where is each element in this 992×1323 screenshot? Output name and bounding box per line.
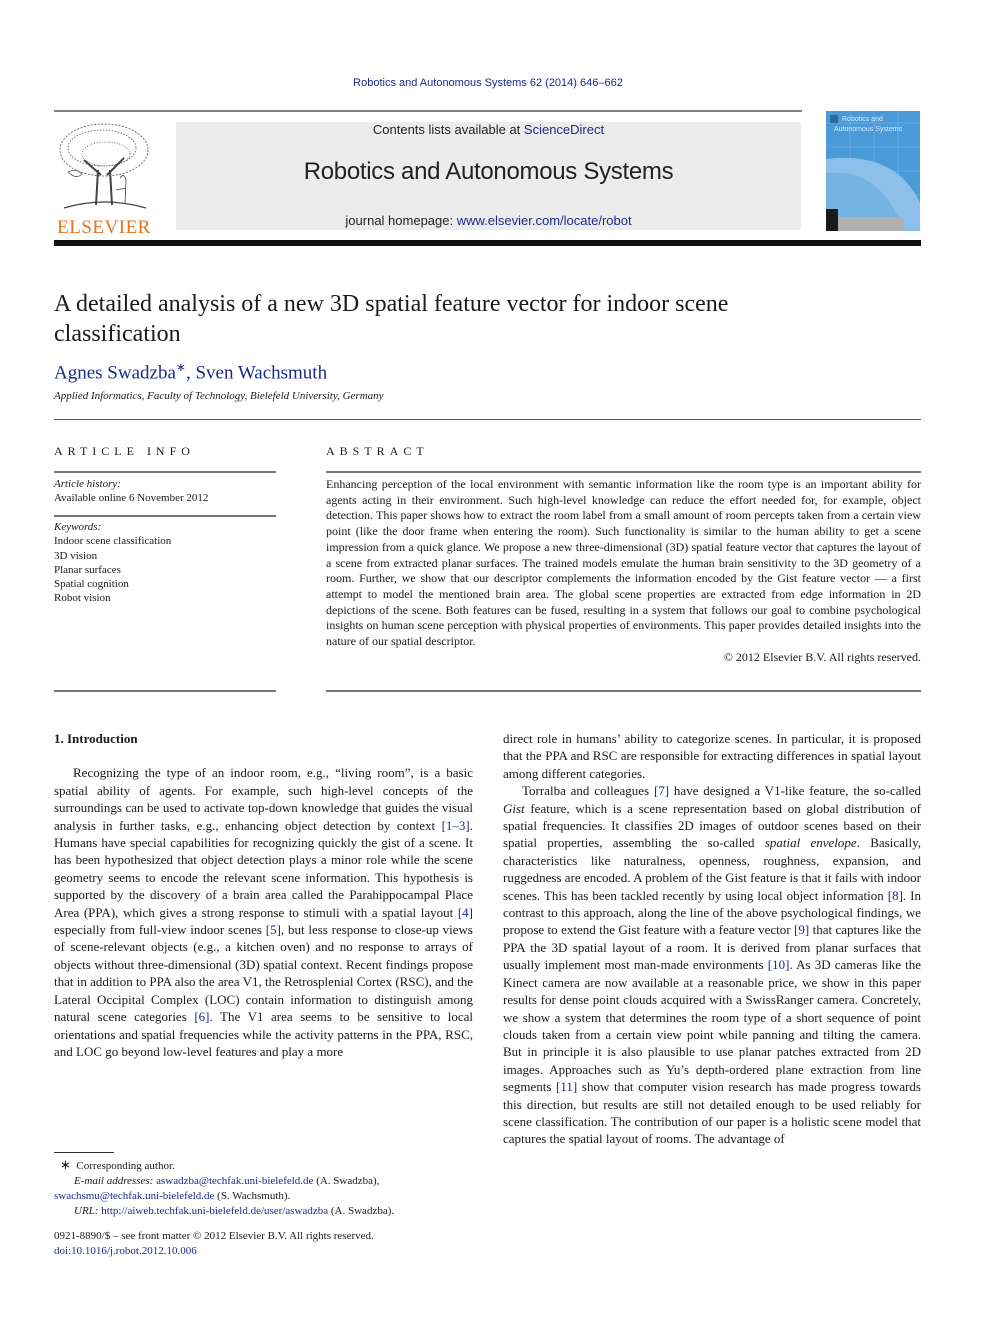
front-matter-text: 0921-8890/$ – see front matter © 2012 El… (54, 1230, 374, 1242)
abstract-divider (326, 471, 921, 473)
citation-link[interactable]: [4] (458, 905, 473, 920)
cover-title-line2: Autonomous Systems (834, 126, 903, 133)
abstract-body: Enhancing perception of the local enviro… (326, 477, 921, 665)
header-thick-rule (54, 240, 921, 246)
info-divider (54, 515, 276, 517)
keyword: 3D vision (54, 549, 98, 562)
sciencedirect-link[interactable]: ScienceDirect (524, 122, 604, 137)
info-divider (54, 471, 276, 473)
abstract-copyright: © 2012 Elsevier B.V. All rights reserved… (723, 649, 921, 664)
email-footnote-cont: swachsmu@techfak.uni-bielefeld.de (S. Wa… (54, 1190, 291, 1202)
author-name[interactable]: Sven Wachsmuth (195, 362, 327, 383)
front-matter: 0921-8890/$ – see front matter © 2012 El… (54, 1229, 484, 1259)
header-rule (54, 110, 802, 112)
citation-link[interactable]: [5] (266, 922, 281, 937)
citation-link[interactable]: [8] (888, 888, 903, 903)
emphasized-term: spatial envelope (764, 835, 857, 851)
abstract-divider (326, 690, 921, 692)
elsevier-logo[interactable]: ELSEVIER (54, 120, 154, 238)
emphasized-term: Gist (503, 800, 525, 816)
keywords-block: Keywords: Indoor scene classification 3D… (54, 520, 276, 606)
keywords-label: Keywords: (54, 521, 102, 533)
article-info-heading: ARTICLE INFO (54, 444, 195, 458)
history-value: Available online 6 November 2012 (54, 492, 209, 505)
abstract-text: Enhancing perception of the local enviro… (326, 477, 921, 649)
homepage-link[interactable]: www.elsevier.com/locate/robot (457, 213, 632, 228)
article-history: Article history: Available online 6 Nove… (54, 477, 276, 506)
citation-link[interactable]: [1–3] (442, 818, 470, 833)
email-link[interactable]: swachsmu@techfak.uni-bielefeld.de (54, 1190, 214, 1202)
tree-icon (59, 123, 149, 209)
author-name[interactable]: Agnes Swadzba (54, 362, 176, 383)
journal-banner: Contents lists available at ScienceDirec… (176, 122, 801, 230)
history-label: Article history: (54, 478, 121, 490)
footnote-rule (54, 1152, 114, 1153)
author-list: Agnes Swadzba∗, Sven Wachsmuth (54, 360, 328, 384)
email-link[interactable]: aswadzba@techfak.uni-bielefeld.de (156, 1175, 313, 1187)
body-column-left: 1. Introduction Recognizing the type of … (54, 730, 473, 1060)
email-footnote: E-mail addresses: aswadzba@techfak.uni-b… (74, 1175, 380, 1187)
keyword: Spatial cognition (54, 578, 129, 591)
elsevier-wordmark: ELSEVIER (57, 217, 151, 238)
intro-paragraph: Recognizing the type of an indoor room, … (54, 765, 473, 1059)
corresponding-author-mark[interactable]: ∗ (176, 360, 186, 374)
corresponding-footnote: ∗ Corresponding author. (60, 1157, 175, 1172)
article-title: A detailed analysis of a new 3D spatial … (54, 291, 729, 347)
intro-paragraph: direct role in humans’ ability to catego… (503, 731, 921, 781)
affiliation: Applied Informatics, Faculty of Technolo… (54, 390, 384, 402)
info-divider (54, 690, 276, 692)
keyword: Indoor scene classification (54, 535, 172, 548)
journal-title: Robotics and Autonomous Systems (303, 158, 674, 185)
author-url-link[interactable]: http://aiweb.techfak.uni-bielefeld.de/us… (101, 1205, 328, 1217)
contents-line: Contents lists available at ScienceDirec… (372, 122, 605, 137)
url-footnote: URL: http://aiweb.techfak.uni-bielefeld.… (74, 1205, 395, 1217)
citation-link[interactable]: [6] (194, 1009, 209, 1024)
journal-cover[interactable]: Robotics and Autonomous Systems (826, 111, 920, 231)
abstract-heading: ABSTRACT (326, 444, 429, 458)
section-title: 1. Introduction (54, 731, 138, 746)
footnote-mark: ∗ (60, 1157, 71, 1172)
body-column-right: direct role in humans’ ability to catego… (503, 730, 921, 1148)
citation-link[interactable]: [10] (768, 957, 790, 972)
journal-reference[interactable]: Robotics and Autonomous Systems 62 (2014… (0, 77, 976, 89)
citation-link[interactable]: [11] (556, 1079, 577, 1094)
footnotes: ∗ Corresponding author. E-mail addresses… (54, 1157, 484, 1219)
keyword: Robot vision (54, 592, 111, 605)
doi-link[interactable]: doi:10.1016/j.robot.2012.10.006 (54, 1244, 484, 1259)
citation-link[interactable]: [9] (794, 922, 809, 937)
cover-title-line1: Robotics and (842, 116, 883, 123)
citation-link[interactable]: [7] (654, 783, 669, 798)
intro-paragraph: Torralba and colleagues [7] have designe… (503, 783, 921, 1147)
keyword: Planar surfaces (54, 563, 121, 576)
section-divider (54, 419, 921, 420)
homepage-line: journal homepage: www.elsevier.com/locat… (345, 213, 632, 228)
